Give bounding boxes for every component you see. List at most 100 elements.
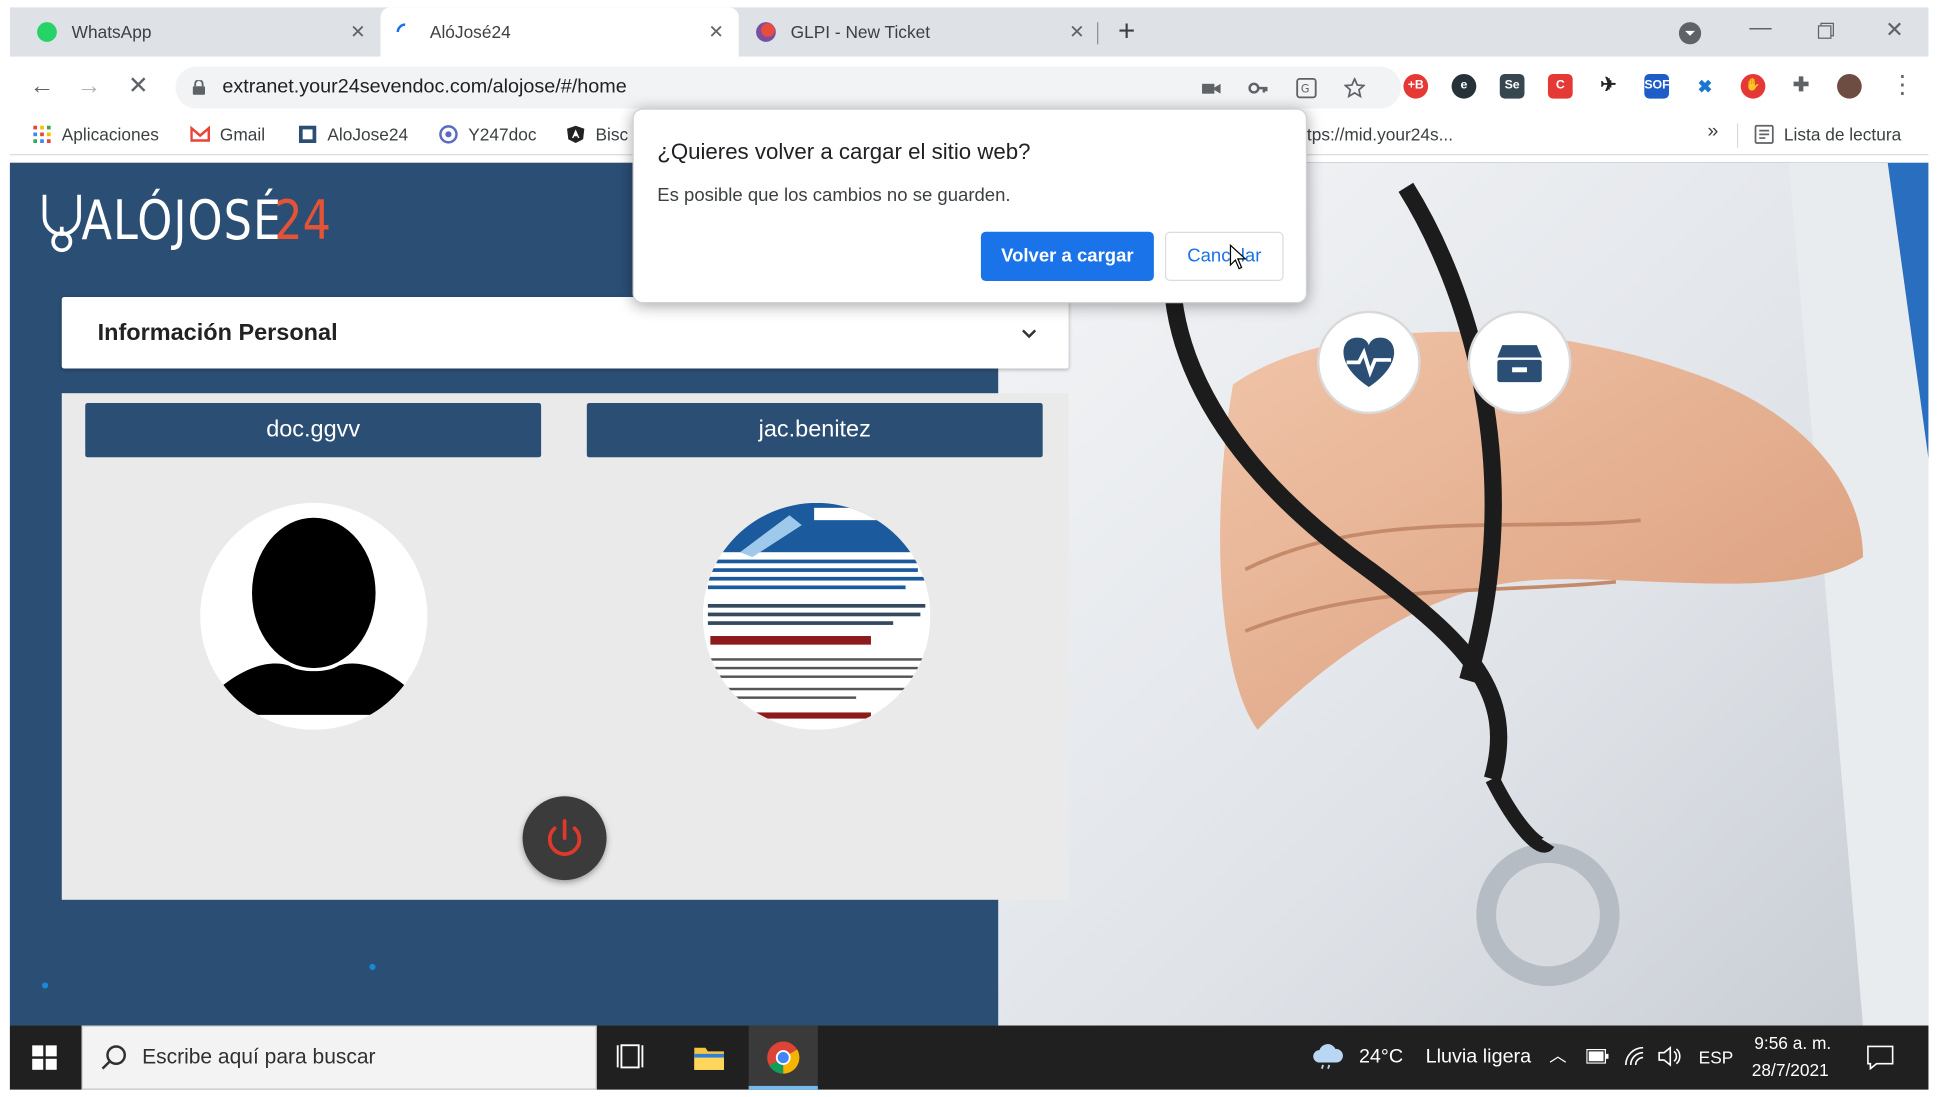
reading-list-button[interactable]: Lista de lectura [1754, 124, 1901, 144]
chevron-up-icon[interactable]: ︿ [1549, 1043, 1566, 1068]
restore-icon[interactable] [1817, 22, 1834, 39]
tab-title: AlóJosé24 [429, 22, 511, 42]
decoration-dot [369, 963, 376, 971]
reading-list-label: Lista de lectura [1783, 124, 1902, 145]
tab-title: GLPI - New Ticket [790, 22, 931, 42]
svg-text:G: G [1301, 82, 1310, 95]
vaccine-infographic-image [702, 502, 931, 730]
battery-icon[interactable] [1586, 1048, 1609, 1064]
bookmark-label: Y247doc [468, 124, 537, 145]
notifications-icon[interactable] [1867, 1045, 1894, 1070]
back-icon[interactable]: ← [27, 71, 57, 101]
users-panel: doc.ggvv jac.benitez [61, 393, 1069, 900]
bookmark-label: ttps://mid.your24s... [1302, 124, 1454, 145]
weather-temp[interactable]: 24°C [1359, 1046, 1403, 1068]
extension-adblock-icon[interactable]: ✋ [1740, 73, 1766, 99]
records-button[interactable] [1467, 310, 1572, 415]
camera-blocked-icon[interactable] [1201, 78, 1222, 99]
heart-pulse-icon [1343, 337, 1395, 388]
profile-avatar-icon[interactable] [1837, 73, 1862, 99]
bookmarks-overflow-icon[interactable]: » [1707, 121, 1718, 143]
tab-strip: WhatsApp ✕ AlóJosé24 ✕ GLPI - New Ticket… [9, 7, 1929, 57]
archive-box-icon [1497, 345, 1542, 383]
minimize-icon[interactable]: — [1749, 15, 1771, 41]
mouse-cursor-icon [1229, 244, 1247, 270]
health-button[interactable] [1316, 310, 1421, 415]
extension-selenium-icon[interactable]: Se [1499, 73, 1525, 99]
extension-e-icon[interactable]: e [1451, 73, 1477, 99]
power-logout-button[interactable] [522, 796, 607, 881]
gmail-icon [190, 125, 211, 142]
tab-whatsapp[interactable]: WhatsApp ✕ [22, 7, 380, 56]
reload-button[interactable]: Volver a cargar [980, 231, 1154, 282]
wifi-icon[interactable] [1623, 1045, 1645, 1067]
bookmark-apps[interactable]: Aplicaciones [32, 124, 159, 144]
bookmark-mid[interactable]: ttps://mid.your24s... [1302, 124, 1453, 144]
chrome-icon [767, 1041, 800, 1074]
close-tab-icon[interactable]: ✕ [708, 21, 724, 43]
extension-plane-icon[interactable]: ✈ [1596, 74, 1621, 99]
apps-grid-icon [33, 125, 51, 143]
weather-cloud-rain-icon[interactable] [1312, 1043, 1344, 1070]
decoration-dot [42, 982, 49, 989]
personal-info-accordion[interactable]: Información Personal [61, 297, 1069, 369]
url-text[interactable]: extranet.your24sevendoc.com/alojose/#/ho… [222, 76, 626, 98]
key-icon[interactable] [1248, 78, 1269, 99]
new-tab-icon[interactable]: + [1118, 15, 1135, 50]
stethoscope-logo-icon [42, 194, 81, 253]
tab-glpi[interactable]: GLPI - New Ticket ✕ [741, 7, 1099, 56]
tab-search-icon[interactable] [1678, 22, 1702, 45]
windows-taskbar: Escribe aquí para buscar 24°C Lluvia lig… [9, 1025, 1929, 1090]
power-icon [547, 819, 582, 856]
clock-time[interactable]: 9:56 a. m. [1754, 1033, 1831, 1053]
close-window-icon[interactable]: ✕ [1885, 17, 1904, 43]
bookmark-alojose24[interactable]: AloJose24 [298, 124, 408, 144]
stop-loading-icon[interactable]: ✕ [124, 71, 154, 101]
bookmark-gmail[interactable]: Gmail [190, 124, 265, 144]
bookmark-bisc[interactable]: Bisc [566, 124, 628, 144]
address-bar[interactable]: extranet.your24sevendoc.com/alojose/#/ho… [175, 66, 1401, 109]
chevron-down-icon[interactable] [1022, 327, 1037, 342]
person-silhouette-icon [219, 517, 408, 730]
user-button-doc-ggvv[interactable]: doc.ggvv [85, 403, 542, 458]
search-icon [101, 1045, 127, 1070]
glpi-icon [756, 22, 776, 42]
extensions-puzzle-icon[interactable]: ✚ [1789, 74, 1814, 99]
logo-text: ALÓJOSÉ [81, 189, 283, 253]
clock-date[interactable]: 28/7/2021 [1752, 1060, 1829, 1080]
section-title: Información Personal [97, 320, 338, 347]
chrome-taskbar-button[interactable] [748, 1025, 818, 1090]
angular-icon [567, 125, 585, 143]
tab-separator [1097, 22, 1099, 45]
dialog-message: Es posible que los cambios no se guarden… [657, 184, 1011, 206]
windows-start-icon[interactable] [32, 1045, 57, 1070]
close-tab-icon[interactable]: ✕ [350, 21, 366, 43]
cancel-button[interactable]: Cancelar [1164, 231, 1284, 282]
tab-title: WhatsApp [71, 22, 152, 42]
file-explorer-icon[interactable] [687, 1038, 731, 1077]
bookmark-y247doc[interactable]: Y247doc [439, 124, 537, 144]
reload-site-dialog: ¿Quieres volver a cargar el sitio web? E… [632, 108, 1308, 304]
tab-alojose24[interactable]: AlóJosé24 ✕ [380, 7, 739, 57]
lock-icon[interactable] [192, 80, 206, 95]
menu-kebab-icon[interactable]: ⋮ [1890, 69, 1915, 100]
taskbar-search[interactable]: Escribe aquí para buscar [81, 1025, 597, 1090]
user-button-jac-benitez[interactable]: jac.benitez [586, 403, 1043, 458]
avatar-doc-ggvv[interactable] [200, 502, 428, 730]
extension-x-icon[interactable]: ✖ [1692, 74, 1717, 99]
forward-icon[interactable]: → [74, 71, 104, 101]
browser-toolbar: ← → ✕ extranet.your24sevendoc.com/alojos… [9, 56, 1929, 116]
task-view-icon[interactable] [610, 1038, 654, 1077]
bookmark-label: Gmail [219, 124, 266, 145]
weather-desc[interactable]: Lluvia ligera [1426, 1046, 1531, 1068]
language-indicator[interactable]: ESP [1699, 1048, 1734, 1068]
y247doc-icon [439, 125, 458, 144]
extension-c-icon[interactable]: C [1547, 73, 1573, 99]
avatar-jac-benitez[interactable] [702, 502, 931, 730]
extension-sof-icon[interactable]: SOF [1644, 73, 1670, 99]
bookmark-star-icon[interactable] [1344, 77, 1366, 99]
translate-icon[interactable]: G [1296, 77, 1317, 99]
volume-icon[interactable] [1657, 1045, 1682, 1067]
close-tab-icon[interactable]: ✕ [1069, 21, 1085, 43]
extension-todoist-icon[interactable]: +B [1403, 73, 1429, 99]
